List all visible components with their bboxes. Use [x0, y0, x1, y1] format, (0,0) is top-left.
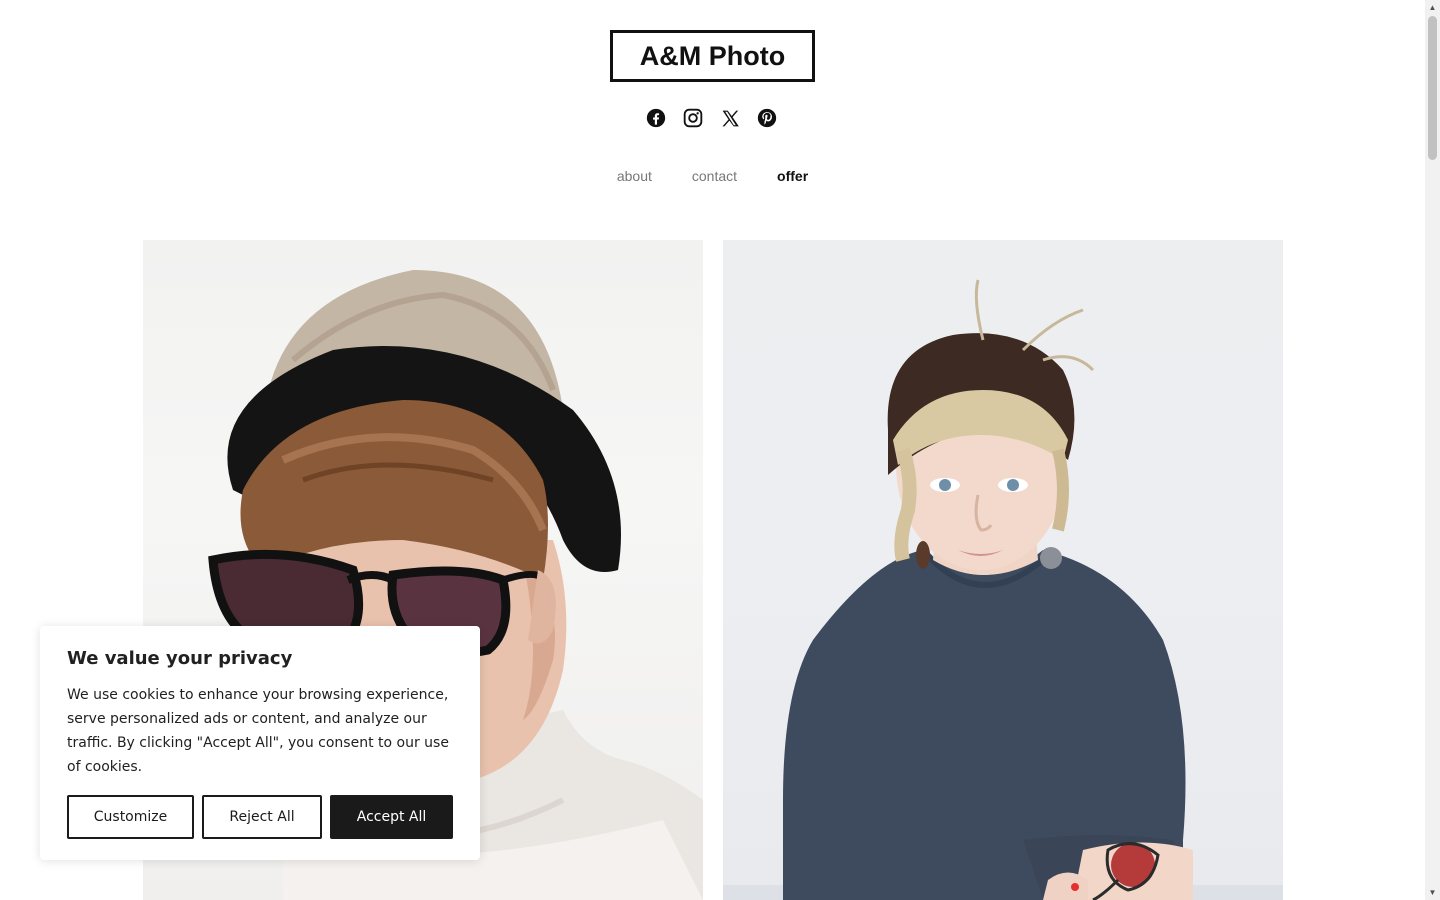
nav-item-offer[interactable]: offer [777, 168, 808, 184]
portrait-photo-tattoo[interactable] [723, 240, 1283, 900]
scroll-up-arrow-icon[interactable]: ▲ [1425, 0, 1440, 15]
main-nav: about contact offer [0, 168, 1425, 184]
scrollbar-thumb[interactable] [1428, 16, 1437, 160]
customize-button[interactable]: Customize [67, 795, 194, 839]
reject-all-button[interactable]: Reject All [202, 795, 322, 839]
pinterest-icon[interactable] [756, 106, 778, 130]
cookie-consent-banner: We value your privacy We use cookies to … [40, 626, 480, 860]
cookie-actions: Customize Reject All Accept All [67, 795, 453, 839]
cookie-title: We value your privacy [67, 648, 293, 669]
cookie-body: We use cookies to enhance your browsing … [67, 687, 449, 775]
instagram-icon[interactable] [682, 106, 704, 130]
facebook-icon[interactable] [645, 106, 667, 130]
site-logo-text: A&M Photo [639, 40, 786, 71]
nav-item-contact[interactable]: contact [692, 168, 737, 184]
site-logo[interactable]: A&M Photo [610, 30, 815, 82]
x-icon[interactable] [719, 106, 741, 130]
page-scrollbar[interactable]: ▲ ▼ [1425, 0, 1440, 900]
accept-all-button[interactable]: Accept All [330, 795, 453, 839]
scroll-down-arrow-icon[interactable]: ▼ [1425, 885, 1440, 900]
social-links [645, 106, 778, 130]
page: A&M Photo about contact offer We value y… [0, 0, 1425, 900]
nav-item-about[interactable]: about [617, 168, 652, 184]
